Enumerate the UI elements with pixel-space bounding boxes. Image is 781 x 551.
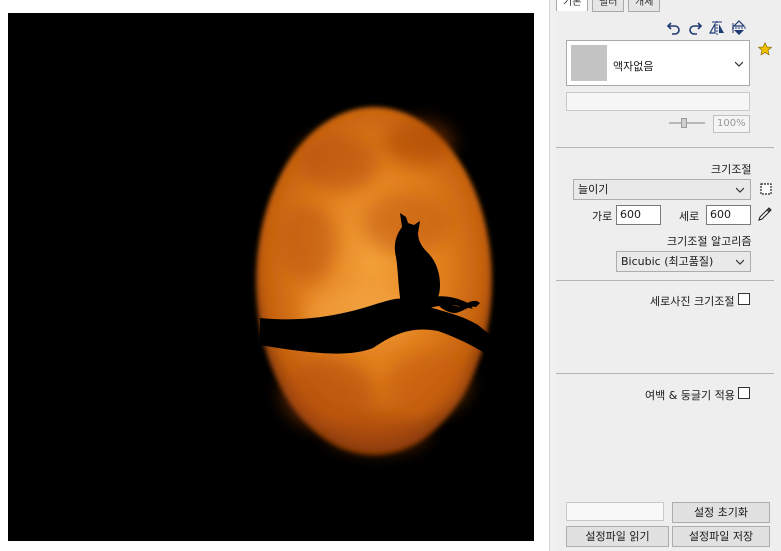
algorithm-select[interactable]: Bicubic (최고품질) [616,251,751,272]
rotate-left-icon[interactable] [665,19,683,37]
margin-rounding-label: 여백 & 둥글기 적용 [645,389,735,402]
panel-splitter[interactable] [549,0,556,551]
preview-area [0,0,549,551]
reset-settings-button[interactable]: 설정 초기화 [672,502,770,523]
flip-vertical-icon[interactable] [730,19,748,37]
resize-section-label: 크기조절 [711,163,752,176]
settings-panel: 기본 필터 개체 액자없음 100% 크기조절 늘이기 가로 600 세로 60… [556,0,781,551]
resize-mode-select[interactable]: 늘이기 [573,179,751,200]
tab-basic[interactable]: 기본 [556,0,589,11]
divider [556,280,774,281]
height-input[interactable]: 600 [706,205,751,225]
chevron-down-icon [736,187,744,193]
chevron-down-icon [736,259,744,265]
moon-cat-photo [8,13,534,541]
save-settings-button[interactable]: 설정파일 저장 [672,526,770,547]
portrait-resize-checkbox[interactable] [738,293,750,305]
divider [556,147,774,148]
portrait-resize-label: 세로사진 크기조절 [650,295,735,308]
resize-options-icon[interactable] [757,180,775,198]
chevron-down-icon [735,61,743,67]
opacity-value: 100% [713,115,750,133]
preview-image[interactable] [8,13,534,541]
frame-select[interactable]: 액자없음 [566,40,750,86]
frame-thumbnail [571,45,607,81]
resize-mode-value: 늘이기 [578,183,609,196]
algorithm-label: 크기조절 알고리즘 [667,235,752,248]
flip-horizontal-icon[interactable] [708,19,726,37]
margin-rounding-checkbox[interactable] [738,387,750,399]
opacity-slider[interactable] [669,118,705,128]
frame-option-box [566,92,750,111]
tab-filter-label: 필터 [599,0,618,8]
height-label: 세로 [679,210,700,223]
tab-object[interactable]: 개체 [628,0,661,12]
load-settings-button[interactable]: 설정파일 읽기 [566,526,669,547]
eyedropper-icon[interactable] [756,205,774,223]
status-box [566,502,664,521]
divider [556,373,774,374]
algorithm-value: Bicubic (최고품질) [621,255,714,268]
tab-filter[interactable]: 필터 [592,0,625,12]
star-icon[interactable] [757,41,773,57]
width-label: 가로 [592,210,613,223]
frame-select-value: 액자없음 [613,60,654,73]
tab-basic-label: 기본 [563,0,582,8]
rotate-right-icon[interactable] [686,19,704,37]
tab-object-label: 개체 [635,0,654,8]
width-input[interactable]: 600 [616,205,661,225]
